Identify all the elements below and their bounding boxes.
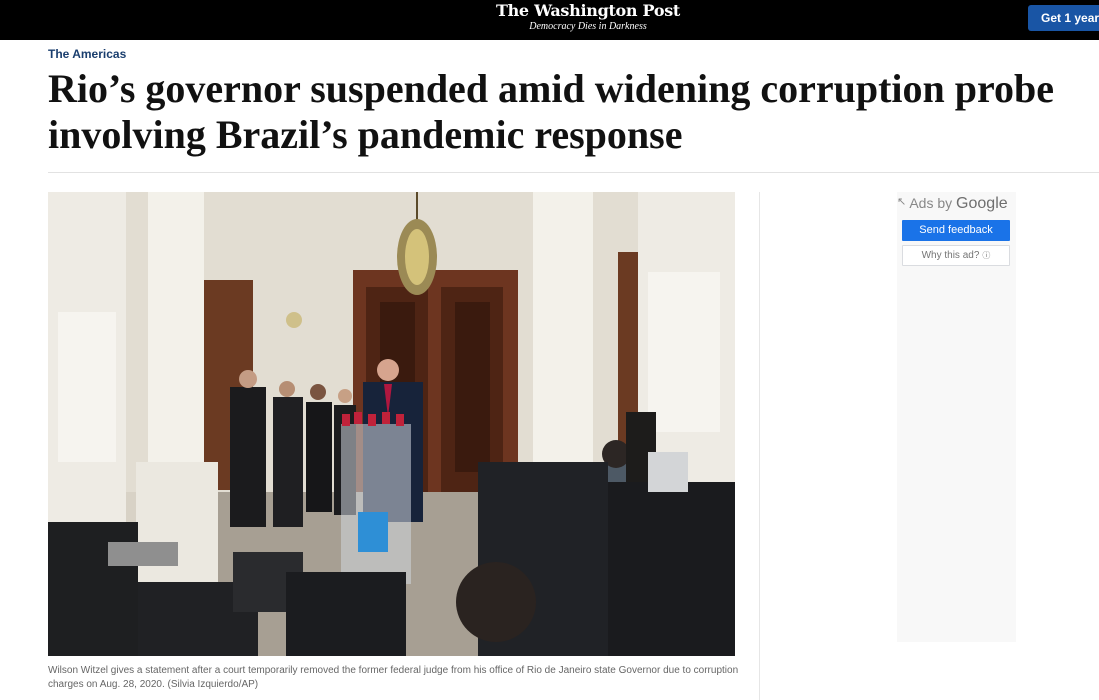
caption-line-2: charges on Aug. 28, 2020. (Silvia Izquie… [48, 679, 259, 690]
why-this-ad-label: Why this ad? [921, 250, 980, 261]
why-this-ad-button[interactable]: Why this ad? ⓘ [902, 245, 1010, 266]
ads-by-google[interactable]: ↖ Ads by Google [897, 195, 1016, 213]
headline-line-2: involving Brazil’s pandemic response [48, 112, 683, 157]
ad-back-arrow-icon[interactable]: ↖ [897, 196, 906, 208]
headline-line-1: Rio’s governor suspended amid widening c… [48, 66, 1055, 111]
column-divider [759, 192, 760, 700]
masthead[interactable]: The Washington Post Democracy Dies in Da… [0, 0, 1099, 33]
ads-by-label: Ads by [909, 195, 953, 211]
photo-caption: Wilson Witzel gives a statement after a … [48, 664, 748, 692]
headline-divider [48, 172, 1099, 173]
washington-post-logo[interactable]: The Washington Post [0, 1, 1099, 21]
article-photo[interactable] [48, 192, 735, 656]
article-headline: Rio’s governor suspended amid widening c… [48, 66, 1099, 158]
section-kicker-link[interactable]: The Americas [48, 47, 126, 61]
info-icon: ⓘ [982, 251, 991, 260]
masthead-tagline: Democracy Dies in Darkness [529, 21, 647, 32]
send-feedback-button[interactable]: Send feedback [902, 220, 1010, 241]
google-label: Google [956, 195, 1008, 212]
top-bar: The Washington Post Democracy Dies in Da… [0, 0, 1099, 40]
photo-illustration [48, 192, 735, 656]
caption-line-1: Wilson Witzel gives a statement after a … [48, 665, 739, 676]
subscribe-button[interactable]: Get 1 year f [1028, 5, 1099, 31]
